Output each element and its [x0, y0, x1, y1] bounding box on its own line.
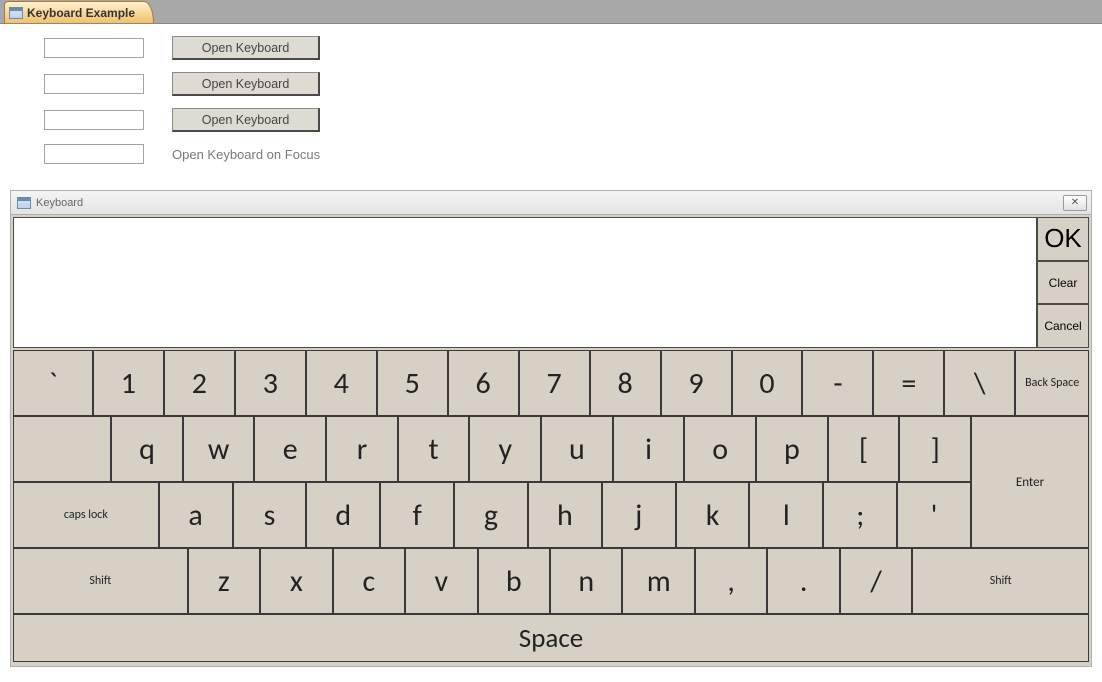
- form-row: Open Keyboard: [44, 72, 1102, 96]
- key-row-5: Space: [13, 614, 1089, 662]
- form-icon: [9, 7, 23, 19]
- key-k[interactable]: k: [676, 482, 750, 548]
- form-header: Keyboard Example: [0, 0, 1102, 24]
- cancel-button[interactable]: Cancel: [1037, 304, 1089, 348]
- key-l[interactable]: l: [749, 482, 823, 548]
- key-7[interactable]: 7: [519, 350, 590, 416]
- form-row: Open Keyboard: [44, 36, 1102, 60]
- key-m[interactable]: m: [622, 548, 694, 614]
- key-4[interactable]: 4: [306, 350, 377, 416]
- key-row-4: Shift z x c v b n m , . / Shift: [13, 548, 1089, 614]
- key-j[interactable]: j: [602, 482, 676, 548]
- shift-left-key[interactable]: Shift: [13, 548, 188, 614]
- key-equals[interactable]: =: [873, 350, 944, 416]
- key-semicolon[interactable]: ;: [823, 482, 897, 548]
- key-row-1: ` 1 2 3 4 5 6 7 8 9 0 - = \ Back Space: [13, 350, 1089, 416]
- key-b[interactable]: b: [478, 548, 550, 614]
- space-key[interactable]: Space: [13, 614, 1089, 662]
- keyboard-rows: ` 1 2 3 4 5 6 7 8 9 0 - = \ Back Space q…: [11, 350, 1091, 666]
- key-backslash[interactable]: \: [944, 350, 1015, 416]
- form-tab-label: Keyboard Example: [27, 6, 135, 20]
- key-t[interactable]: t: [398, 416, 470, 482]
- keyboard-window: Keyboard ✕ OK Clear Cancel ` 1 2 3 4 5 6…: [10, 190, 1092, 667]
- keyboard-display[interactable]: [13, 217, 1037, 348]
- upper-area: Open Keyboard Open Keyboard Open Keyboar…: [0, 24, 1102, 184]
- clear-button[interactable]: Clear: [1037, 261, 1089, 305]
- key-9[interactable]: 9: [661, 350, 732, 416]
- key-h[interactable]: h: [528, 482, 602, 548]
- key-u[interactable]: u: [541, 416, 613, 482]
- form-row: Open Keyboard: [44, 108, 1102, 132]
- keyboard-titlebar: Keyboard ✕: [11, 191, 1091, 215]
- key-row-3: caps lock a s d f g h j k l ; ': [13, 482, 971, 548]
- key-g[interactable]: g: [454, 482, 528, 548]
- key-comma[interactable]: ,: [695, 548, 767, 614]
- key-0[interactable]: 0: [732, 350, 803, 416]
- key-blank-left[interactable]: [13, 416, 111, 482]
- key-period[interactable]: .: [767, 548, 839, 614]
- key-s[interactable]: s: [233, 482, 307, 548]
- form-tab[interactable]: Keyboard Example: [4, 1, 154, 23]
- key-f[interactable]: f: [380, 482, 454, 548]
- capslock-key[interactable]: caps lock: [13, 482, 159, 548]
- key-d[interactable]: d: [306, 482, 380, 548]
- text-input-3[interactable]: [44, 110, 144, 130]
- key-c[interactable]: c: [333, 548, 405, 614]
- keyboard-top: OK Clear Cancel: [11, 215, 1091, 350]
- key-minus[interactable]: -: [802, 350, 873, 416]
- text-input-4[interactable]: [44, 144, 144, 164]
- text-input-2[interactable]: [44, 74, 144, 94]
- open-keyboard-button[interactable]: Open Keyboard: [172, 36, 320, 60]
- text-input-1[interactable]: [44, 38, 144, 58]
- key-n[interactable]: n: [550, 548, 622, 614]
- key-r[interactable]: r: [326, 416, 398, 482]
- open-keyboard-button[interactable]: Open Keyboard: [172, 108, 320, 132]
- key-q[interactable]: q: [111, 416, 183, 482]
- key-lbracket[interactable]: [: [828, 416, 900, 482]
- keyboard-side-buttons: OK Clear Cancel: [1037, 217, 1089, 348]
- form-row: Open Keyboard on Focus: [44, 144, 1102, 164]
- key-w[interactable]: w: [183, 416, 255, 482]
- key-y[interactable]: y: [469, 416, 541, 482]
- enter-key[interactable]: Enter: [971, 416, 1089, 548]
- key-row-2-3-wrap: q w e r t y u i o p [ ] caps lock a s: [13, 416, 1089, 548]
- key-6[interactable]: 6: [448, 350, 519, 416]
- ok-button[interactable]: OK: [1037, 217, 1089, 261]
- key-3[interactable]: 3: [235, 350, 306, 416]
- keyboard-title: Keyboard: [36, 197, 83, 209]
- backspace-key[interactable]: Back Space: [1015, 350, 1089, 416]
- key-o[interactable]: o: [684, 416, 756, 482]
- key-row-2: q w e r t y u i o p [ ]: [13, 416, 971, 482]
- close-icon[interactable]: ✕: [1063, 195, 1087, 211]
- key-v[interactable]: v: [405, 548, 477, 614]
- key-1[interactable]: 1: [93, 350, 164, 416]
- open-keyboard-button[interactable]: Open Keyboard: [172, 72, 320, 96]
- key-2[interactable]: 2: [164, 350, 235, 416]
- key-8[interactable]: 8: [590, 350, 661, 416]
- key-slash[interactable]: /: [840, 548, 912, 614]
- form-icon: [17, 197, 31, 209]
- key-e[interactable]: e: [254, 416, 326, 482]
- key-backtick[interactable]: `: [13, 350, 93, 416]
- key-apostrophe[interactable]: ': [897, 482, 971, 548]
- key-z[interactable]: z: [188, 548, 260, 614]
- shift-right-key[interactable]: Shift: [912, 548, 1089, 614]
- key-x[interactable]: x: [260, 548, 332, 614]
- key-p[interactable]: p: [756, 416, 828, 482]
- key-rbracket[interactable]: ]: [899, 416, 971, 482]
- key-a[interactable]: a: [159, 482, 233, 548]
- key-5[interactable]: 5: [377, 350, 448, 416]
- open-on-focus-label: Open Keyboard on Focus: [172, 147, 320, 162]
- key-i[interactable]: i: [613, 416, 685, 482]
